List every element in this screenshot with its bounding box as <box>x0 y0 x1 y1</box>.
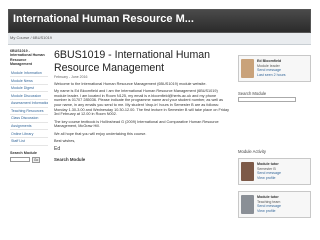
sidebar-item[interactable]: Class Discussion <box>10 115 48 123</box>
page-meta: February - June 2016 <box>54 75 88 79</box>
staff-role: Semester B <box>257 166 276 171</box>
search-input[interactable] <box>238 97 296 102</box>
staff-role: Teaching team <box>257 199 281 204</box>
sidebar-item[interactable]: Module Digest <box>10 85 48 93</box>
sidebar-course-title[interactable]: 6BUS1019 - International Human Resource … <box>10 49 48 67</box>
sidebar-search-input[interactable] <box>10 157 30 163</box>
module-activity-heading: Module Activity <box>238 149 266 154</box>
signature: Ed <box>54 145 61 152</box>
main-content: 6BUS1019 - International Human Resource … <box>54 49 230 162</box>
staff-name: Module tutor <box>257 195 279 199</box>
breadcrumb-bar: My Course / 6BUS1019 <box>8 33 311 45</box>
search-module-label: Search Module <box>238 91 267 96</box>
sidebar-search-button[interactable]: Go <box>32 156 41 163</box>
staff-role: Module leader <box>257 63 280 68</box>
sidebar-item[interactable]: Module News <box>10 77 48 85</box>
sidebar-menu: Module Information Module News Module Di… <box>10 70 48 146</box>
title-bar: International Human Resource M... <box>8 9 311 33</box>
paragraph: The key course textbook is Hollinshead G… <box>54 119 219 129</box>
module-page: International Human Resource M... My Cou… <box>8 9 311 234</box>
paragraph: Welcome to the International Human Resou… <box>54 81 207 86</box>
staff-link[interactable]: Send message <box>257 204 281 208</box>
paragraph: My name is Ed Bloomfield and I am the In… <box>54 88 230 117</box>
avatar <box>241 195 254 214</box>
sidebar-item[interactable]: Assignments <box>10 123 48 131</box>
breadcrumb[interactable]: My Course / 6BUS1019 <box>10 35 52 40</box>
avatar <box>241 59 254 78</box>
sidebar-item[interactable]: Module Information <box>10 70 48 78</box>
staff-card[interactable]: Module tutor Semester B Send message Vie… <box>238 158 311 185</box>
closing-text: Best wishes, <box>54 139 76 143</box>
staff-link[interactable]: View profile <box>257 176 276 180</box>
staff-link[interactable]: Send message <box>257 68 281 72</box>
sidebar-item[interactable]: Assessment Information <box>10 100 48 108</box>
staff-card[interactable]: Ed Bloomfield Module leader Send message… <box>238 55 311 82</box>
staff-link[interactable]: Send message <box>257 171 281 175</box>
sidebar-search-heading: Search Module <box>10 150 38 155</box>
staff-name: Ed Bloomfield <box>257 59 282 63</box>
avatar <box>241 162 254 181</box>
search-module-heading: Search Module <box>54 156 86 162</box>
paragraph: We all hope that you will enjoy undertak… <box>54 131 147 136</box>
sidebar-search-row: Go <box>10 156 48 163</box>
sidebar-item[interactable]: Teaching Resources <box>10 108 48 116</box>
window-title: International Human Resource M... <box>13 13 194 25</box>
sidebar-item[interactable]: Online Library <box>10 130 48 138</box>
staff-link[interactable]: Last seen 2 hours <box>257 73 286 77</box>
sidebar: 6BUS1019 - International Human Resource … <box>10 49 48 163</box>
sidebar-item[interactable]: Staff List <box>10 138 48 146</box>
sidebar-item[interactable]: Module Discussion <box>10 92 48 100</box>
page-title: 6BUS1019 - International Human Resource … <box>54 49 211 74</box>
staff-card[interactable]: Module tutor Teaching team Send message … <box>238 191 311 218</box>
staff-link[interactable]: View profile <box>257 209 276 213</box>
staff-name: Module tutor <box>257 162 279 166</box>
